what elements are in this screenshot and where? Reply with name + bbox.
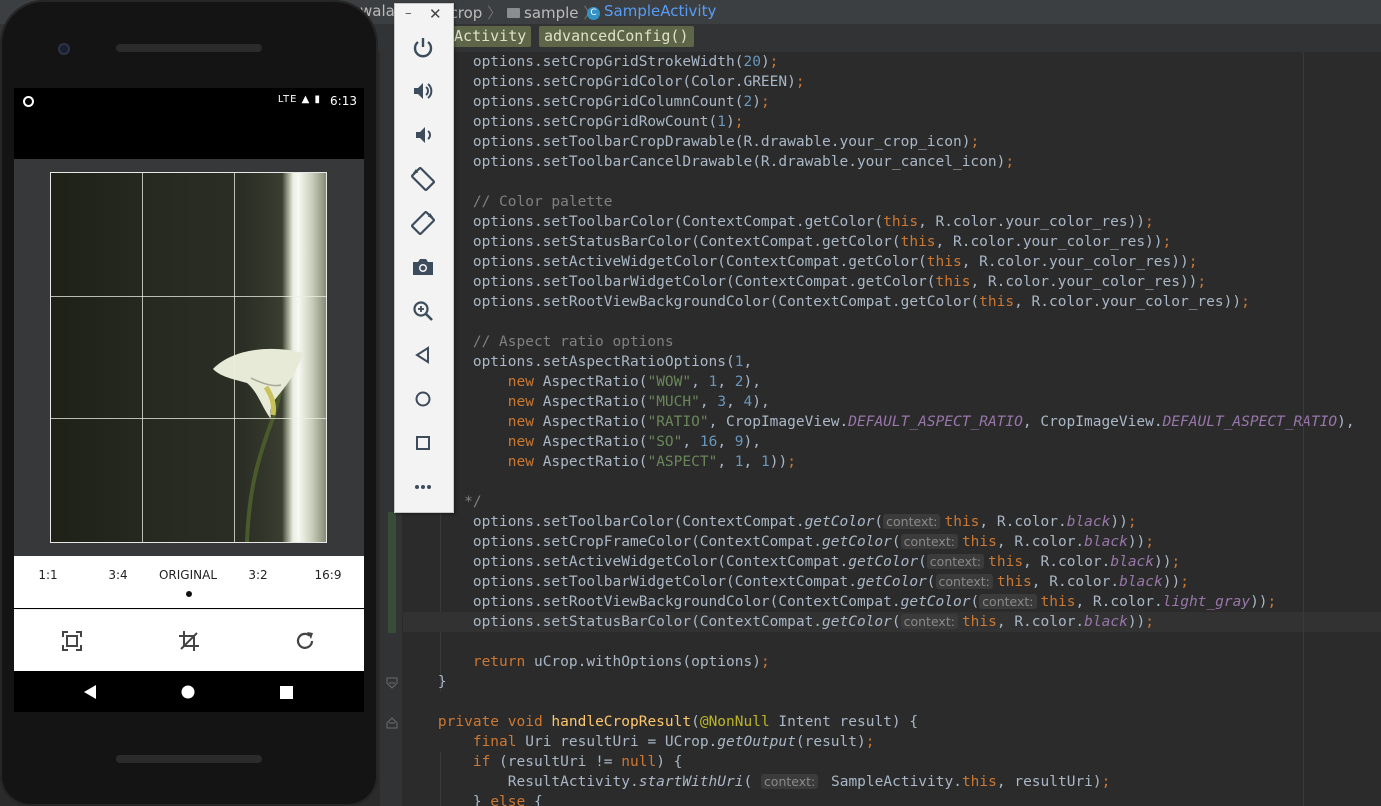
code-line[interactable]: final Uri resultUri = UCrop.getOutput(re… [403, 732, 875, 752]
breadcrumb-folder-label: sample [524, 4, 579, 22]
code-line[interactable]: options.setActiveWidgetColor(ContextComp… [403, 552, 1180, 572]
volume-down-icon[interactable] [410, 122, 436, 148]
code-line[interactable]: options.setAspectRatioOptions(1, [403, 352, 752, 372]
code-line[interactable]: ResultActivity.startWithUri( context: Sa… [403, 772, 1110, 792]
ratio-3-2[interactable]: 3:2 [223, 568, 293, 582]
rotate-left-icon[interactable] [410, 166, 436, 192]
code-line[interactable]: } [403, 672, 447, 692]
code-line[interactable]: } else { [403, 792, 543, 806]
code-line[interactable]: options.setStatusBarColor(ContextCompat.… [403, 612, 1381, 632]
phone-screen[interactable]: LTE ▲ ▮ 6:13 1:1 3:4 ORIGINAL 3:2 16:9 [14, 88, 364, 712]
ratio-3-4[interactable]: 3:4 [83, 568, 153, 582]
selected-ratio-indicator [186, 591, 192, 597]
crop-toolbar [14, 609, 364, 672]
volume-up-icon[interactable] [410, 78, 436, 104]
status-time: 6:13 [330, 94, 357, 108]
code-line[interactable]: if (resultUri != null) { [403, 752, 683, 772]
code-line[interactable]: options.setToolbarColor(ContextCompat.ge… [403, 512, 1137, 532]
close-button[interactable]: ✕ [429, 5, 442, 23]
speaker-grille [116, 44, 262, 52]
back-icon[interactable] [410, 342, 436, 368]
overview-icon[interactable] [410, 430, 436, 456]
rotate-icon[interactable] [294, 630, 316, 652]
code-line[interactable]: new AspectRatio("SO", 16, 9), [403, 432, 761, 452]
code-line[interactable]: options.setActiveWidgetColor(ContextComp… [403, 252, 1198, 272]
code-editor[interactable]: options.setCropGridStrokeWidth(20); opti… [403, 52, 1381, 806]
code-line[interactable]: options.setRootViewBackgroundColor(Conte… [403, 592, 1276, 612]
status-bar: LTE ▲ ▮ 6:13 [14, 88, 364, 114]
minimize-button[interactable]: – [405, 6, 412, 21]
code-line[interactable]: return uCrop.withOptions(options); [403, 652, 770, 672]
code-line[interactable]: new AspectRatio("RATIO", CropImageView.D… [403, 412, 1355, 432]
code-line[interactable]: options.setCropGridRowCount(1); [403, 112, 744, 132]
code-line[interactable]: new AspectRatio("WOW", 1, 2), [403, 372, 761, 392]
method-context-chip[interactable]: advancedConfig() [539, 26, 694, 47]
ratio-16-9[interactable]: 16:9 [293, 568, 363, 582]
home-icon[interactable] [181, 685, 195, 699]
folder-icon [507, 8, 520, 18]
aspect-ratio-bar: 1:1 3:4 ORIGINAL 3:2 16:9 [14, 556, 364, 608]
back-icon[interactable] [83, 684, 97, 700]
code-line[interactable]: options.setStatusBarColor(ContextCompat.… [403, 232, 1171, 252]
code-line[interactable]: new AspectRatio("ASPECT", 1, 1)); [403, 452, 796, 472]
android-nav-bar [14, 671, 364, 712]
code-line[interactable]: options.setCropGridColor(Color.GREEN); [403, 72, 805, 92]
code-line[interactable]: private void handleCropResult(@NonNull I… [403, 712, 918, 732]
breadcrumb-class-label: SampleActivity [604, 2, 717, 20]
class-icon: C [587, 7, 600, 20]
recents-icon[interactable] [280, 686, 293, 699]
breadcrumb-folder[interactable]: sample 〉 [507, 2, 598, 23]
breadcrumb-class[interactable]: C SampleActivity [587, 2, 716, 21]
emulator-control-panel: – ✕ [394, 3, 454, 513]
crop-view[interactable] [14, 159, 364, 556]
front-camera [58, 43, 70, 55]
code-line[interactable]: options.setToolbarWidgetColor(ContextCom… [403, 272, 1206, 292]
code-line[interactable]: new AspectRatio("MUCH", 3, 4), [403, 392, 770, 412]
more-icon[interactable] [410, 474, 436, 500]
code-line[interactable]: options.setToolbarCropDrawable(R.drawabl… [403, 132, 979, 152]
code-line[interactable] [403, 632, 438, 652]
home-icon[interactable] [410, 386, 436, 412]
bottom-speaker-grille [116, 755, 262, 763]
notification-dot-icon [23, 96, 34, 107]
rotate-right-icon[interactable] [410, 210, 436, 236]
signal-battery-icons: LTE ▲ ▮ [277, 94, 321, 105]
scale-icon[interactable] [61, 630, 83, 652]
change-marker [388, 512, 396, 633]
emulator-phone: LTE ▲ ▮ 6:13 1:1 3:4 ORIGINAL 3:2 16:9 [0, 0, 378, 806]
crop-rotate-icon[interactable] [178, 630, 200, 652]
zoom-icon[interactable] [410, 298, 436, 324]
code-line[interactable]: options.setRootViewBackgroundColor(Conte… [403, 292, 1250, 312]
breadcrumb-separator: 〉 [482, 4, 503, 22]
code-line[interactable] [403, 692, 438, 712]
crop-frame[interactable] [50, 172, 327, 543]
power-icon[interactable] [410, 34, 436, 60]
code-line[interactable]: options.setCropFrameColor(ContextCompat.… [403, 532, 1154, 552]
code-line[interactable]: options.setToolbarCancelDrawable(R.drawa… [403, 152, 1014, 172]
right-margin-line [1303, 52, 1304, 806]
code-line[interactable]: options.setCropGridStrokeWidth(20); [403, 52, 779, 72]
ratio-original[interactable]: ORIGINAL [153, 568, 223, 582]
code-line[interactable]: options.setToolbarColor(ContextCompat.ge… [403, 212, 1154, 232]
camera-icon[interactable] [410, 254, 436, 280]
ratio-1-1[interactable]: 1:1 [14, 568, 83, 582]
code-line[interactable]: options.setCropGridColumnCount(2); [403, 92, 770, 112]
code-line[interactable]: options.setToolbarWidgetColor(ContextCom… [403, 572, 1189, 592]
